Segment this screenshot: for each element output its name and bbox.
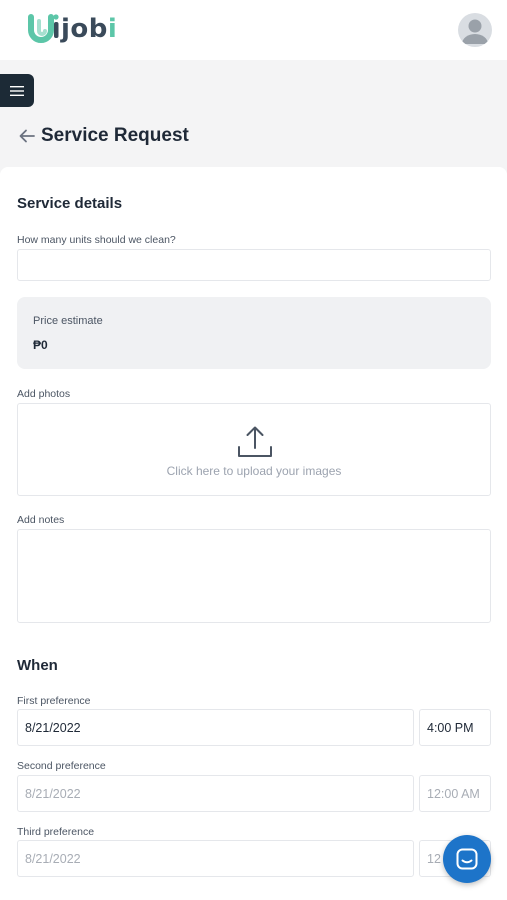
add-notes-label: Add notes — [17, 514, 65, 526]
hamburger-icon — [10, 85, 24, 96]
add-photos-label: Add photos — [17, 388, 71, 400]
second-preference-time: 12:00 AM — [427, 786, 480, 801]
third-preference-time: 12 — [427, 851, 441, 866]
logo-text: jobi — [61, 14, 117, 44]
units-input[interactable] — [17, 249, 491, 281]
third-preference-label: Third preference — [17, 826, 95, 838]
arrow-left-icon[interactable] — [18, 127, 36, 145]
avatar-silhouette-icon — [462, 19, 488, 44]
upload-instruction: Click here to upload your images — [166, 464, 342, 478]
second-preference-date: 8/21/2022 — [25, 786, 81, 801]
logo-mark-icon — [28, 14, 59, 43]
top-bar: jobi — [0, 0, 507, 60]
when-heading: When — [17, 657, 58, 674]
first-preference-date-input[interactable]: 8/21/2022 — [17, 709, 414, 746]
second-preference-label: Second preference — [17, 760, 106, 772]
price-estimate-value: ₱0 — [33, 338, 48, 352]
ujobi-logo[interactable]: jobi — [26, 12, 117, 46]
second-preference-time-input[interactable]: 12:00 AM — [419, 775, 491, 812]
price-estimate-box: Price estimate ₱0 — [17, 297, 491, 369]
third-preference-date: 8/21/2022 — [25, 851, 81, 866]
logo-text-dot: i — [107, 14, 118, 44]
photo-upload-area[interactable]: Click here to upload your images — [17, 403, 491, 496]
service-details-heading: Service details — [17, 195, 123, 212]
first-preference-date: 8/21/2022 — [25, 720, 81, 735]
page-title: Service Request — [41, 125, 189, 146]
upload-icon — [238, 426, 272, 457]
first-preference-time-input[interactable]: 4:00 PM — [419, 709, 491, 746]
chat-icon — [456, 848, 478, 870]
units-label: How many units should we clean? — [17, 234, 176, 246]
chat-launcher-button[interactable] — [443, 835, 491, 883]
first-preference-label: First preference — [17, 695, 91, 707]
user-avatar-icon[interactable] — [458, 13, 492, 47]
second-preference-date-input[interactable]: 8/21/2022 — [17, 775, 414, 812]
page-header: Service Request — [18, 124, 189, 148]
first-preference-time: 4:00 PM — [427, 720, 474, 735]
menu-toggle-button[interactable] — [0, 74, 34, 107]
logo-text-prefix: jo — [61, 14, 89, 44]
price-estimate-label: Price estimate — [33, 315, 103, 327]
notes-textarea[interactable] — [17, 529, 491, 623]
third-preference-date-input[interactable]: 8/21/2022 — [17, 840, 414, 877]
logo-text-b: b — [88, 14, 108, 44]
